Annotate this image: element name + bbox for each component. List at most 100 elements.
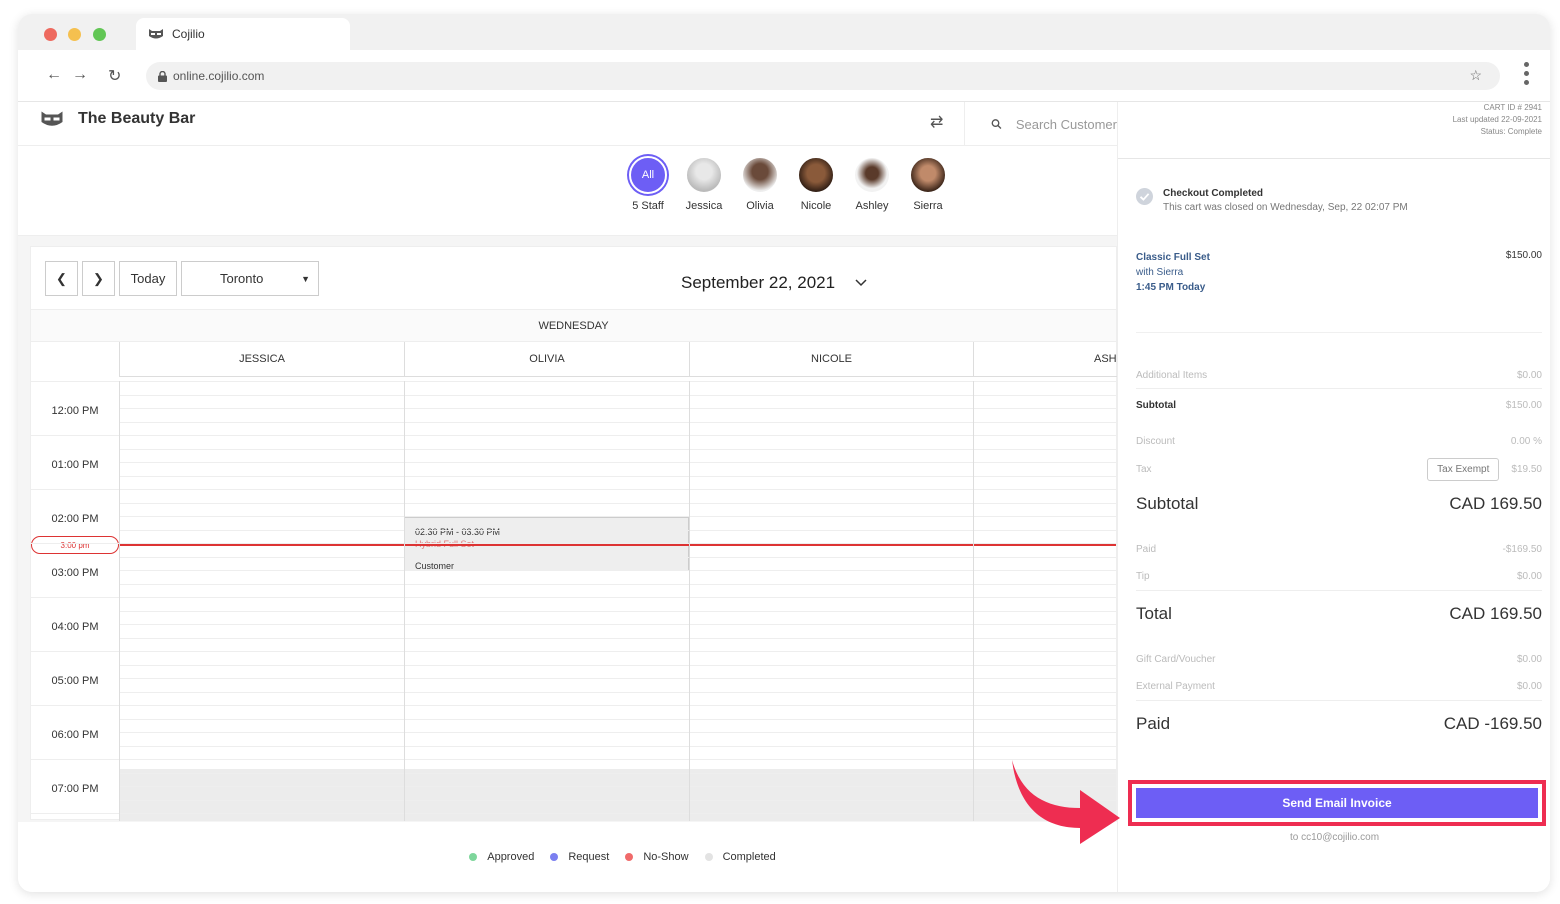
browser-tabbar: Cojilio — [18, 14, 1550, 50]
staff-filter-olivia[interactable]: Olivia — [732, 156, 788, 212]
staff-filter-nicole[interactable]: Nicole — [788, 156, 844, 212]
grid-line — [119, 664, 1116, 666]
next-day-button[interactable]: ❯ — [82, 261, 115, 296]
time-label: 01:00 PM — [51, 459, 99, 471]
invoice-recipient: to cc10@cojilio.com — [1289, 832, 1380, 843]
brand: The Beauty Bar — [40, 110, 195, 128]
staff-name: Jessica — [685, 200, 723, 212]
location-value: Toronto — [220, 271, 264, 286]
grid-line — [31, 543, 1116, 544]
paid-total-row: Paid CAD -169.50 — [1136, 714, 1542, 733]
business-name: The Beauty Bar — [78, 110, 196, 127]
column-header-olivia: OLIVIA — [404, 342, 689, 377]
grid-line — [119, 529, 1116, 531]
checkout-panel: CART ID # 2941 Last updated 22-09-2021 S… — [1117, 102, 1550, 892]
current-time-badge: 3:00 pm — [31, 536, 119, 554]
grid-line — [31, 435, 1116, 436]
subtotal-row: Subtotal $150.00 — [1136, 400, 1542, 411]
close-window-icon[interactable] — [44, 28, 57, 41]
date-picker[interactable]: September 22, 2021 — [681, 273, 867, 293]
time-label: 02:00 PM — [51, 513, 99, 525]
tab-title: Cojilio — [172, 27, 205, 41]
search-input[interactable]: Search Customer — [1016, 117, 1117, 132]
staff-filter-sierra[interactable]: Sierra — [900, 156, 956, 212]
checkout-description: This cart was closed on Wednesday, Sep, … — [1163, 202, 1408, 213]
grid-line — [119, 475, 1116, 477]
cart-status: Status: Complete — [1480, 127, 1542, 136]
calendar: ❮ ❯ Today Toronto ▼ September 22, 2021 W… — [30, 246, 1118, 821]
avatar — [741, 156, 779, 194]
column-divider — [119, 381, 120, 821]
customer-search[interactable]: Search Customer — [964, 102, 1117, 146]
current-time-line — [119, 544, 1116, 546]
status-dot-icon — [704, 853, 713, 862]
total-row: Total CAD 169.50 — [1136, 604, 1542, 623]
maximize-window-icon[interactable] — [93, 28, 106, 41]
send-email-invoice-button[interactable]: Send Email Invoice — [1136, 788, 1538, 818]
weekday-header: WEDNESDAY — [31, 309, 1116, 342]
url-input[interactable]: online.cojilio.com ☆ — [146, 62, 1500, 90]
grid-line — [119, 421, 1116, 423]
calendar-grid[interactable]: 12:00 PM 01:00 PM 02:00 PM 03:00 PM 04:0… — [31, 381, 1116, 821]
column-divider — [973, 381, 974, 821]
grid-line — [31, 813, 1116, 814]
back-arrow-icon[interactable]: ← — [46, 66, 62, 84]
today-button[interactable]: Today — [119, 261, 177, 296]
legend-item-request: Request — [550, 851, 609, 863]
cart-id: CART ID # 2941 — [1483, 103, 1542, 112]
chevron-down-icon — [855, 279, 867, 287]
avatar — [853, 156, 891, 194]
browser-window: Cojilio ← → ↻ online.cojilio.com ☆ The B… — [18, 14, 1550, 892]
checkout-title: Checkout Completed — [1163, 188, 1264, 199]
time-label: 04:00 PM — [51, 621, 99, 633]
column-header-ashley: ASHLEY — [973, 342, 1118, 377]
staff-name: Ashley — [855, 200, 889, 212]
legend-item-approved: Approved — [469, 851, 534, 863]
chevron-right-icon: ❯ — [93, 270, 104, 286]
grid-line — [119, 462, 1116, 463]
staff-name: Olivia — [746, 200, 774, 212]
tax-exempt-button[interactable]: Tax Exempt — [1427, 458, 1500, 481]
staff-filter-all[interactable]: All 5 Staff — [620, 156, 676, 212]
item-price: $150.00 — [1505, 250, 1542, 261]
paid-row: Paid -$169.50 — [1136, 544, 1542, 555]
status-dot-icon — [625, 853, 634, 862]
browser-addressbar: ← → ↻ online.cojilio.com ☆ — [18, 50, 1550, 102]
reload-icon[interactable]: ↻ — [108, 66, 121, 86]
grid-line — [119, 745, 1116, 747]
browser-menu-icon[interactable] — [1524, 62, 1530, 89]
column-header-jessica: JESSICA — [119, 342, 404, 377]
additional-items-row: Additional Items $0.00 — [1136, 370, 1542, 381]
cart-line-item[interactable]: Classic Full Set with Sierra 1:45 PM Tod… — [1136, 250, 1210, 295]
divider — [1118, 158, 1550, 159]
grid-line — [119, 732, 1116, 733]
grid-line — [119, 691, 1116, 693]
grid-line — [31, 381, 1116, 382]
bookmark-star-icon[interactable]: ☆ — [1469, 67, 1482, 84]
location-select[interactable]: Toronto ▼ — [181, 261, 319, 296]
browser-tab[interactable]: Cojilio — [136, 18, 350, 50]
prev-day-button[interactable]: ❮ — [45, 261, 78, 296]
staff-filter-ashley[interactable]: Ashley — [844, 156, 900, 212]
lock-icon — [158, 70, 167, 82]
grid-line — [119, 394, 1116, 396]
grand-subtotal-row: Subtotal CAD 169.50 — [1136, 494, 1542, 513]
staff-filter-jessica[interactable]: Jessica — [676, 156, 732, 212]
check-circle-icon — [1136, 188, 1153, 205]
cart-meta: CART ID # 2941 Last updated 22-09-2021 S… — [1453, 102, 1542, 138]
time-label: 12:00 PM — [51, 405, 99, 417]
staff-name: Sierra — [913, 200, 943, 212]
grid-line — [119, 570, 1116, 571]
pointer-arrow-icon — [1012, 760, 1120, 844]
grid-line — [31, 705, 1116, 706]
status-legend: Approved Request No-Show Completed — [18, 822, 1117, 892]
grid-line — [119, 786, 1116, 787]
grid-line — [119, 408, 1116, 409]
minimize-window-icon[interactable] — [68, 28, 81, 41]
forward-arrow-icon[interactable]: → — [72, 66, 88, 84]
gift-card-row: Gift Card/Voucher $0.00 — [1136, 654, 1542, 665]
tax-row: Tax Tax Exempt $19.50 — [1136, 458, 1542, 481]
grid-line — [119, 678, 1116, 679]
column-header-nicole: NICOLE — [689, 342, 973, 377]
sync-icon[interactable]: ⇄ — [930, 112, 943, 132]
